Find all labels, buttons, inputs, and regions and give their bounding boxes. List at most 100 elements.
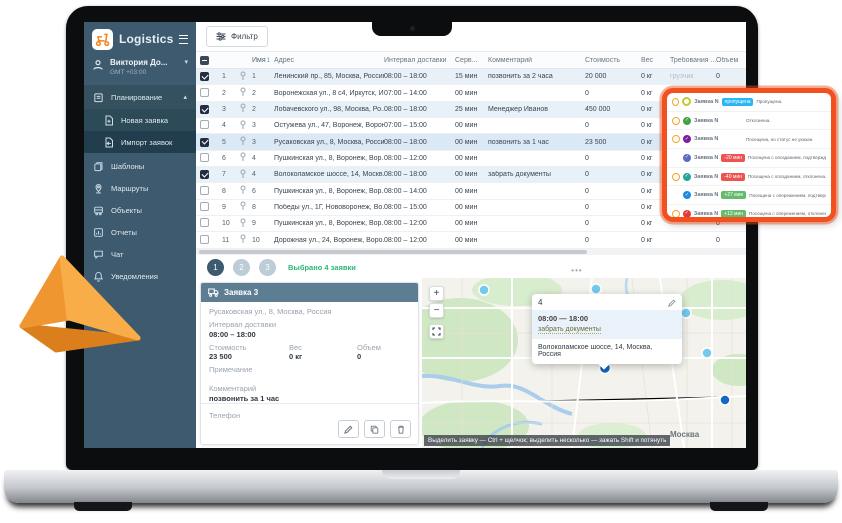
row-cost: 0: [585, 188, 641, 195]
volume-value: 0: [357, 352, 361, 361]
detail-card-body: Русаковская ул., 8, Москва, Россия Интер…: [201, 302, 418, 408]
page-button-2[interactable]: 2: [233, 259, 250, 276]
row-interval: 08:00 – 18:00: [384, 171, 455, 178]
legend-row[interactable]: ✓ Заявка N +27 мин Посещена с опережение…: [667, 186, 831, 205]
map-zoom-in-button[interactable]: +: [429, 286, 444, 301]
col-address[interactable]: Адрес: [274, 57, 384, 64]
row-interval: 08:00 – 18:00: [384, 73, 455, 80]
popup-comment[interactable]: забрать документы: [538, 326, 601, 334]
map-marker-light[interactable]: [479, 285, 489, 295]
legend-row[interactable]: ✓ Заявка N -20 мин Посещена с опозданием…: [667, 149, 831, 168]
row-address: Русаковская ул., 8, Москва, Россия: [274, 139, 384, 146]
select-all-checkbox[interactable]: [200, 56, 209, 65]
row-volume: 0: [716, 237, 742, 244]
col-requirements[interactable]: Требования ...: [670, 57, 716, 64]
row-checkbox[interactable]: [200, 170, 209, 179]
col-service[interactable]: Серв...: [455, 57, 488, 64]
status-badge: +13 мин: [721, 210, 746, 218]
col-interval[interactable]: Интервал доставки: [384, 57, 455, 64]
late-clock-icon: [672, 173, 680, 181]
row-checkbox[interactable]: [200, 120, 209, 129]
sidebar-item-planning[interactable]: Планирование ▴: [84, 85, 196, 109]
col-weight[interactable]: Вес: [641, 57, 670, 64]
sidebar-item-routes[interactable]: Маршруты: [84, 177, 196, 199]
delete-button[interactable]: [390, 420, 411, 438]
map-fullscreen-button[interactable]: [429, 324, 444, 339]
row-cost: 0: [585, 204, 641, 211]
page-button-3[interactable]: 3: [259, 259, 276, 276]
sidebar-item-templates[interactable]: Шаблоны: [84, 155, 196, 177]
menu-toggle-icon[interactable]: [179, 35, 188, 44]
table-row[interactable]: 10 9 Пушкинская ул., 8, Воронеж, Вор... …: [196, 216, 746, 232]
pin-icon: [239, 71, 252, 83]
request-detail-card: Заявка 3 Русаковская ул., 8, Москва, Рос…: [200, 282, 419, 445]
status-dot-green: ✓: [683, 117, 691, 125]
row-checkbox[interactable]: [200, 105, 209, 114]
legend-row[interactable]: ✓ Заявка N Отклонена.: [667, 112, 831, 131]
row-checkbox[interactable]: [200, 218, 209, 227]
legend-row[interactable]: Заявка N пропущена Пропущена.: [667, 93, 831, 112]
status-badge: +27 мин: [721, 191, 746, 199]
map-marker-light[interactable]: [681, 308, 691, 318]
scrollbar-thumb[interactable]: [199, 250, 587, 254]
templates-icon: [93, 161, 104, 172]
row-address: Пушкинская ул., 8, Воронеж, Вор...: [274, 220, 384, 227]
row-service: 25 мин: [455, 106, 488, 113]
map-marker-selected[interactable]: [720, 395, 730, 405]
user-account[interactable]: Виктория До... GMT +03:00 ▾: [84, 56, 196, 85]
row-weight: 0 кг: [641, 220, 670, 227]
map-panel[interactable]: + − 4 08:00 — 18:00 забрать документы Во…: [422, 278, 746, 448]
clipboard-icon: [93, 92, 104, 103]
col-volume[interactable]: Объем: [716, 57, 742, 64]
legend-row[interactable]: ✓ Заявка N -40 мин Посещена с опозданием…: [667, 168, 831, 187]
sidebar-item-label: Маршруты: [111, 184, 148, 193]
legend-row[interactable]: ✓ Заявка N Посещена, но статус не указан…: [667, 130, 831, 149]
map-zoom-out-button[interactable]: −: [429, 303, 444, 318]
row-checkbox[interactable]: [200, 235, 209, 244]
app-title: Logistics: [119, 32, 173, 46]
row-address: Дорожная ул., 24, Воронеж, Воро...: [274, 237, 384, 244]
sidebar-item-objects[interactable]: Объекты: [84, 199, 196, 221]
legend-row[interactable]: ✓ Заявка N +13 мин Посещена с опережение…: [667, 205, 831, 222]
table-row[interactable]: 1 1 Ленинский пр., 85, Москва, Россия 08…: [196, 69, 746, 85]
row-checkbox[interactable]: [200, 88, 209, 97]
sidebar-item-new-request[interactable]: Новая заявка: [84, 109, 196, 131]
row-cost: 0: [585, 237, 641, 244]
sidebar-item-import-requests[interactable]: Импорт заявок: [84, 131, 196, 153]
row-cost: 0: [585, 220, 641, 227]
row-name: 6: [252, 188, 274, 195]
pin-icon: [239, 234, 252, 246]
status-dot-teal: ✓: [683, 173, 691, 181]
status-dot-red: ✓: [683, 210, 691, 218]
interval-value: 08:00 – 18:00: [209, 330, 410, 339]
table-row[interactable]: 11 10 Дорожная ул., 24, Воронеж, Воро...…: [196, 232, 746, 248]
duplicate-button[interactable]: [364, 420, 385, 438]
status-dot-yellow: [682, 97, 691, 106]
sidebar-item-reports[interactable]: Отчеты: [84, 221, 196, 243]
map-marker-light[interactable]: [702, 348, 712, 358]
app-logo: [92, 29, 113, 50]
pin-icon: [239, 136, 252, 148]
col-comment[interactable]: Комментарий: [488, 57, 585, 64]
edit-button[interactable]: [338, 420, 359, 438]
row-checkbox[interactable]: [200, 202, 209, 211]
status-legend-popup: Заявка N пропущена Пропущена. ✓ Заявка N…: [662, 88, 836, 222]
row-name: 4: [252, 171, 274, 178]
pane-splitter-handle[interactable]: •••: [568, 268, 586, 276]
row-address: Пушкинская ул., 8, Воронеж, Вор...: [274, 155, 384, 162]
filter-button[interactable]: Фильтр: [206, 26, 268, 47]
col-name[interactable]: Имя1: [252, 57, 274, 64]
row-checkbox[interactable]: [200, 186, 209, 195]
card-actions: [338, 420, 411, 438]
row-address: Победы ул., 1Г, Нововоронеж, Во...: [274, 204, 384, 211]
sidebar-item-label: Планирование: [111, 93, 162, 102]
page-button-1[interactable]: 1: [207, 259, 224, 276]
row-cost: 20 000: [585, 73, 641, 80]
row-checkbox[interactable]: [200, 138, 209, 147]
legend-desc: Посещена с опережением, подтверждена.: [749, 193, 826, 198]
pencil-icon[interactable]: [668, 299, 676, 307]
row-checkbox[interactable]: [200, 153, 209, 162]
col-cost[interactable]: Стоимость: [585, 57, 641, 64]
row-checkbox[interactable]: [200, 72, 209, 81]
map-marker-light[interactable]: [591, 284, 601, 294]
